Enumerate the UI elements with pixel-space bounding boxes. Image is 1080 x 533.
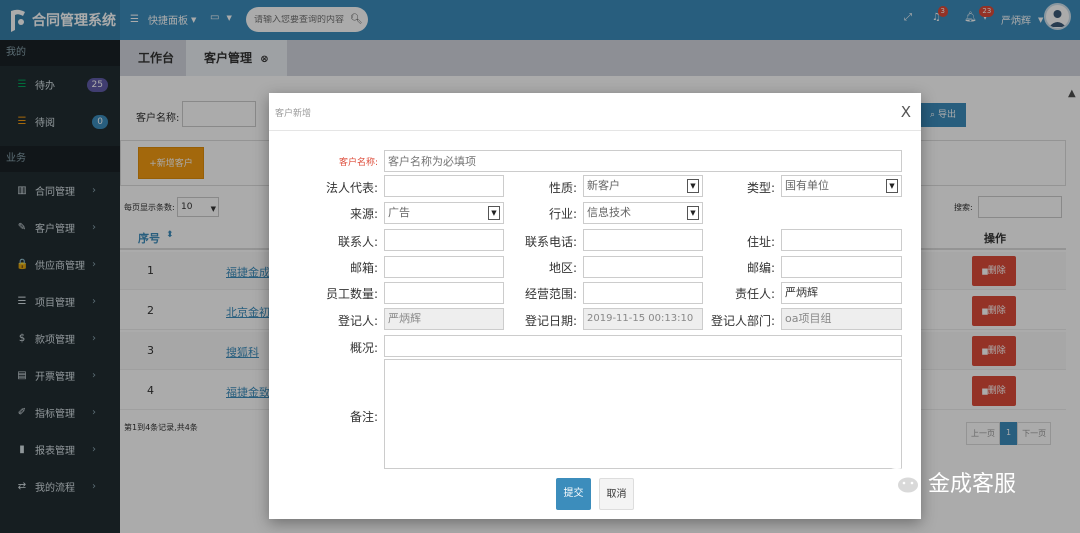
zip-label: 邮编: (746, 261, 775, 275)
nature-value: 新客户 (587, 179, 620, 192)
registrar-label: 登记人: (337, 314, 378, 328)
reg-dept-input: oa项目组 (781, 308, 902, 330)
wechat-icon (882, 468, 922, 496)
close-button[interactable]: X (901, 103, 911, 121)
business-scope-label: 经营范围: (524, 287, 577, 301)
chevron-down-icon: ▼ (687, 179, 699, 193)
address-input[interactable] (781, 229, 902, 251)
remark-textarea[interactable] (384, 359, 902, 469)
email-input[interactable] (384, 256, 504, 278)
phone-label: 联系电话: (524, 235, 577, 249)
email-label: 邮箱: (349, 261, 378, 275)
address-label: 住址: (746, 235, 775, 249)
staff-count-label: 员工数量: (325, 287, 378, 301)
nature-select[interactable]: 新客户 ▼ (583, 175, 703, 197)
phone-input[interactable] (583, 229, 703, 251)
type-value: 国有单位 (785, 179, 829, 192)
industry-select[interactable]: 信息技术 ▼ (583, 202, 703, 224)
type-select[interactable]: 国有单位 ▼ (781, 175, 902, 197)
industry-label: 行业: (548, 207, 577, 221)
chevron-down-icon: ▼ (886, 179, 898, 193)
legal-rep-label: 法人代表: (325, 181, 378, 195)
reg-dept-label: 登记人部门: (710, 314, 775, 328)
submit-button[interactable]: 提交 (556, 478, 591, 510)
business-scope-input[interactable] (583, 282, 703, 304)
region-label: 地区: (548, 261, 577, 275)
add-customer-modal: 客户新增 X 客户名称: 法人代表: 性质: 新客户 ▼ 类型: 国有单位 ▼ 来源… (269, 93, 921, 519)
nature-label: 性质: (548, 181, 577, 195)
chevron-down-icon: ▼ (687, 206, 699, 220)
cancel-button[interactable]: 取消 (599, 478, 634, 510)
overview-input[interactable] (384, 335, 902, 357)
watermark: 金成客服 (882, 466, 1016, 498)
customer-name-label: 客户名称: (338, 158, 378, 168)
modal-title: 客户新增 (275, 109, 312, 119)
watermark-text: 金成客服 (928, 472, 1017, 497)
chevron-down-icon: ▼ (488, 206, 500, 220)
modal-header: 客户新增 X (269, 93, 921, 131)
source-value: 广告 (388, 206, 410, 219)
scroll-up-arrow[interactable]: ▲ (1068, 88, 1076, 99)
source-label: 来源: (349, 207, 378, 221)
industry-value: 信息技术 (587, 206, 631, 219)
legal-rep-input[interactable] (384, 175, 504, 197)
remark-label: 备注: (349, 410, 378, 424)
owner-label: 责任人: (734, 287, 775, 301)
reg-date-label: 登记日期: (524, 314, 577, 328)
customer-name-input[interactable] (384, 150, 902, 172)
type-label: 类型: (746, 181, 775, 195)
registrar-input: 严炳辉 (384, 308, 504, 330)
region-input[interactable] (583, 256, 703, 278)
contact-input[interactable] (384, 229, 504, 251)
staff-count-input[interactable] (384, 282, 504, 304)
owner-input[interactable]: 严炳辉 (781, 282, 902, 304)
source-select[interactable]: 广告 ▼ (384, 202, 504, 224)
reg-date-input: 2019-11-15 00:13:10 (583, 308, 703, 330)
zip-input[interactable] (781, 256, 902, 278)
contact-label: 联系人: (337, 235, 378, 249)
overview-label: 概况: (349, 341, 378, 355)
